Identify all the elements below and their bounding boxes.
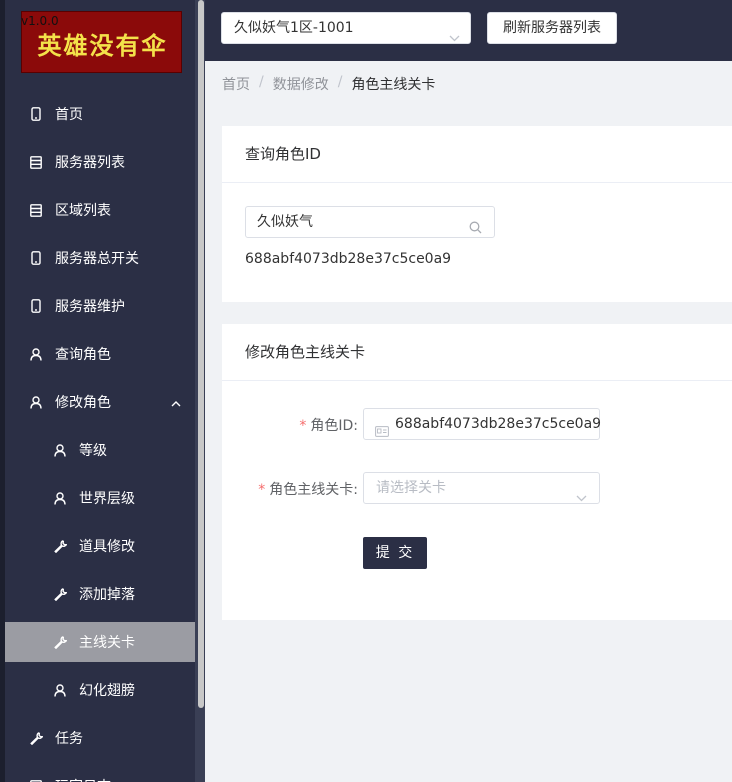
phone-icon bbox=[29, 107, 43, 121]
sidebar-item[interactable]: 玩家日志 bbox=[5, 766, 195, 782]
user-icon bbox=[29, 395, 43, 409]
role-id-label-text: 角色ID: bbox=[310, 418, 358, 434]
wrench-icon bbox=[53, 587, 67, 601]
sidebar-item-label: 区域列表 bbox=[55, 203, 111, 219]
sidebar-item-label: 修改角色 bbox=[55, 395, 111, 411]
sidebar-item-label: 幻化翅膀 bbox=[79, 683, 135, 699]
list-icon bbox=[29, 155, 43, 169]
sidebar-item-label: 服务器总开关 bbox=[55, 251, 139, 267]
refresh-server-list-button[interactable]: 刷新服务器列表 bbox=[487, 12, 617, 44]
breadcrumb-separator: / bbox=[337, 74, 343, 90]
sidebar-item-label: 添加掉落 bbox=[79, 587, 135, 603]
list-icon bbox=[29, 203, 43, 217]
phone-icon bbox=[29, 299, 43, 313]
sidebar-item[interactable]: 修改角色 bbox=[5, 382, 195, 422]
sidebar-item[interactable]: 服务器维护 bbox=[5, 286, 195, 326]
stage-label: * 角色主线关卡: bbox=[242, 479, 358, 499]
sidebar-item-label: 服务器维护 bbox=[55, 299, 125, 315]
user-icon bbox=[53, 491, 67, 505]
sidebar-item[interactable]: 世界层级 bbox=[5, 478, 195, 518]
breadcrumb: 首页 / 数据修改 / 角色主线关卡 bbox=[222, 74, 435, 94]
sidebar-item[interactable]: 等级 bbox=[5, 430, 195, 470]
edit-card-title: 修改角色主线关卡 bbox=[222, 324, 732, 381]
required-mark: * bbox=[258, 482, 266, 498]
query-role-card: 查询角色ID 久似妖气 688abf4073db28e37c5ce0a9 bbox=[222, 126, 732, 302]
sidebar-item[interactable]: 道具修改 bbox=[5, 526, 195, 566]
server-select[interactable]: 久似妖气1区-1001 bbox=[221, 12, 471, 44]
query-result-id: 688abf4073db28e37c5ce0a9 bbox=[245, 251, 452, 267]
sidebar-item-label: 任务 bbox=[55, 731, 83, 747]
wrench-icon bbox=[53, 635, 67, 649]
required-mark: * bbox=[299, 418, 307, 434]
role-id-field[interactable]: 688abf4073db28e37c5ce0a9 bbox=[363, 408, 602, 440]
role-id-label: * 角色ID: bbox=[282, 415, 358, 435]
sidebar: 英雄没有伞 v1.0.0 首页服务器列表区域列表服务器总开关 服务器维护查询角色修… bbox=[0, 0, 205, 782]
role-search-input[interactable]: 久似妖气 bbox=[245, 206, 495, 238]
sidebar-item-label: 玩家日志 bbox=[55, 776, 111, 782]
sidebar-item-label: 查询角色 bbox=[55, 347, 111, 363]
search-icon[interactable] bbox=[469, 215, 482, 245]
sidebar-item-label: 道具修改 bbox=[79, 539, 135, 555]
sidebar-item[interactable]: 区域列表 bbox=[5, 190, 195, 230]
sidebar-item[interactable]: 主线关卡 bbox=[5, 622, 195, 662]
role-id-value: 688abf4073db28e37c5ce0a9 bbox=[395, 416, 602, 432]
breadcrumb-section[interactable]: 数据修改 bbox=[273, 74, 329, 94]
stage-select[interactable]: 请选择关卡 bbox=[363, 472, 600, 504]
sidebar-item-label: 世界层级 bbox=[79, 491, 135, 507]
server-select-value: 久似妖气1区-1001 bbox=[234, 20, 354, 36]
id-card-icon bbox=[375, 418, 389, 448]
stage-select-placeholder: 请选择关卡 bbox=[376, 480, 446, 496]
sidebar-item[interactable]: 首页 bbox=[5, 94, 195, 134]
sidebar-item[interactable]: 添加掉落 bbox=[5, 574, 195, 614]
query-card-title: 查询角色ID bbox=[222, 126, 732, 183]
role-search-value: 久似妖气 bbox=[257, 214, 313, 230]
top-bar: 久似妖气1区-1001 刷新服务器列表 bbox=[205, 0, 732, 61]
wrench-icon bbox=[29, 731, 43, 745]
sidebar-item[interactable]: 任务 bbox=[5, 718, 195, 758]
sidebar-scrollbar-thumb[interactable] bbox=[198, 0, 204, 708]
version-label: v1.0.0 bbox=[21, 14, 59, 28]
sidebar-item-label: 等级 bbox=[79, 443, 107, 459]
sidebar-item-label: 主线关卡 bbox=[79, 635, 135, 651]
sidebar-item[interactable]: 服务器总开关 bbox=[5, 238, 195, 278]
logo-text: 英雄没有伞 bbox=[37, 31, 168, 60]
sidebar-item[interactable]: 查询角色 bbox=[5, 334, 195, 374]
sidebar-item-label: 服务器列表 bbox=[55, 155, 125, 171]
phone-icon bbox=[29, 251, 43, 265]
user-icon bbox=[53, 443, 67, 457]
chevron-down-icon bbox=[576, 483, 587, 513]
edit-stage-card: 修改角色主线关卡 * 角色ID: 688abf4073db28e37c5ce0a9… bbox=[222, 324, 732, 620]
chevron-up-icon bbox=[171, 395, 181, 407]
breadcrumb-current: 角色主线关卡 bbox=[351, 77, 436, 93]
sidebar-item[interactable]: 幻化翅膀 bbox=[5, 670, 195, 710]
sidebar-item[interactable]: 服务器列表 bbox=[5, 142, 195, 182]
user-icon bbox=[53, 683, 67, 697]
breadcrumb-separator: / bbox=[259, 74, 264, 90]
stage-label-text: 角色主线关卡: bbox=[269, 482, 358, 498]
chevron-down-icon bbox=[449, 23, 460, 53]
sidebar-item-label: 首页 bbox=[55, 107, 83, 123]
breadcrumb-home[interactable]: 首页 bbox=[222, 74, 250, 94]
wrench-icon bbox=[53, 539, 67, 553]
submit-button[interactable]: 提 交 bbox=[363, 537, 427, 569]
user-icon bbox=[29, 347, 43, 361]
